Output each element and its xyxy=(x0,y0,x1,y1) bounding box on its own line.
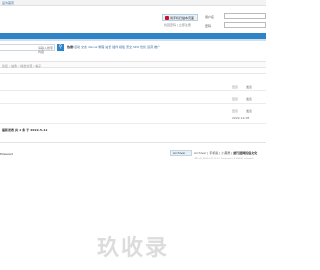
breadcrumb[interactable]: 论坛 › 站务 › 综合交流 › 帖子 xyxy=(0,61,266,68)
footer-link-blackroom[interactable]: 小黑屋 xyxy=(221,151,230,155)
footer-link-mobile[interactable]: 手机版 xyxy=(209,151,218,155)
post-label: 发表 xyxy=(246,109,253,113)
footer-site-name[interactable]: 旅行团网民俗文化 xyxy=(233,151,257,155)
search-icon: ⚲ xyxy=(58,44,63,50)
post-label: 发表 xyxy=(246,97,253,101)
footer-processed-info: GMT+8, 2024-3-29 12:27, Processed in 0.0… xyxy=(194,158,254,160)
password-label: 密码 xyxy=(205,24,212,28)
footer-link-archiver[interactable]: Archiver xyxy=(194,151,206,155)
hot-search-links[interactable]: 活动 交友 discuz 教程 站长 插件 模板 安全 SEO 优化 运营 推广 xyxy=(74,45,160,49)
reply-count-label: 回复 xyxy=(232,97,239,101)
watermark-text: 玖收录 xyxy=(96,236,169,261)
post-label: 发表 xyxy=(246,85,253,89)
top-strip: 设为首页 xyxy=(0,0,266,6)
username-label: 用户名 xyxy=(205,15,215,19)
archiver-button[interactable]: Archiver xyxy=(170,150,192,156)
qr-code-icon xyxy=(165,15,169,20)
list-item[interactable]: 回复 发表 xyxy=(0,78,266,91)
search-button[interactable]: ⚲ xyxy=(57,44,64,51)
powered-by-text: Powered xyxy=(0,152,13,156)
set-homepage-link[interactable]: 设为首页 xyxy=(2,1,14,5)
search-input[interactable]: 请输入搜索内容 xyxy=(0,44,55,54)
footer-links: Archiver | 手机版 | 小黑屋 | 旅行团网民俗文化 xyxy=(194,151,258,155)
reply-count-label: 回复 xyxy=(232,109,239,113)
username-field[interactable] xyxy=(224,13,266,19)
list-item[interactable]: 回复 发表 xyxy=(0,91,266,104)
footer xyxy=(0,142,266,182)
reply-count-label: 回复 xyxy=(232,85,239,89)
mobile-qr-button[interactable]: 用手机扫描本页面 xyxy=(162,14,198,21)
nav-divider xyxy=(0,39,266,41)
post-date: 2022-12-05 xyxy=(232,116,250,120)
thread-summary: 最新发表 共 1 条 于 2022-5-11 xyxy=(2,128,48,132)
list-item[interactable]: 回复 发表 2022-12-05 xyxy=(0,104,266,124)
qr-button-label: 用手机扫描本页面 xyxy=(170,15,195,20)
password-field[interactable] xyxy=(224,22,266,28)
account-links[interactable]: 找回密码 | 立即注册 xyxy=(164,23,191,27)
